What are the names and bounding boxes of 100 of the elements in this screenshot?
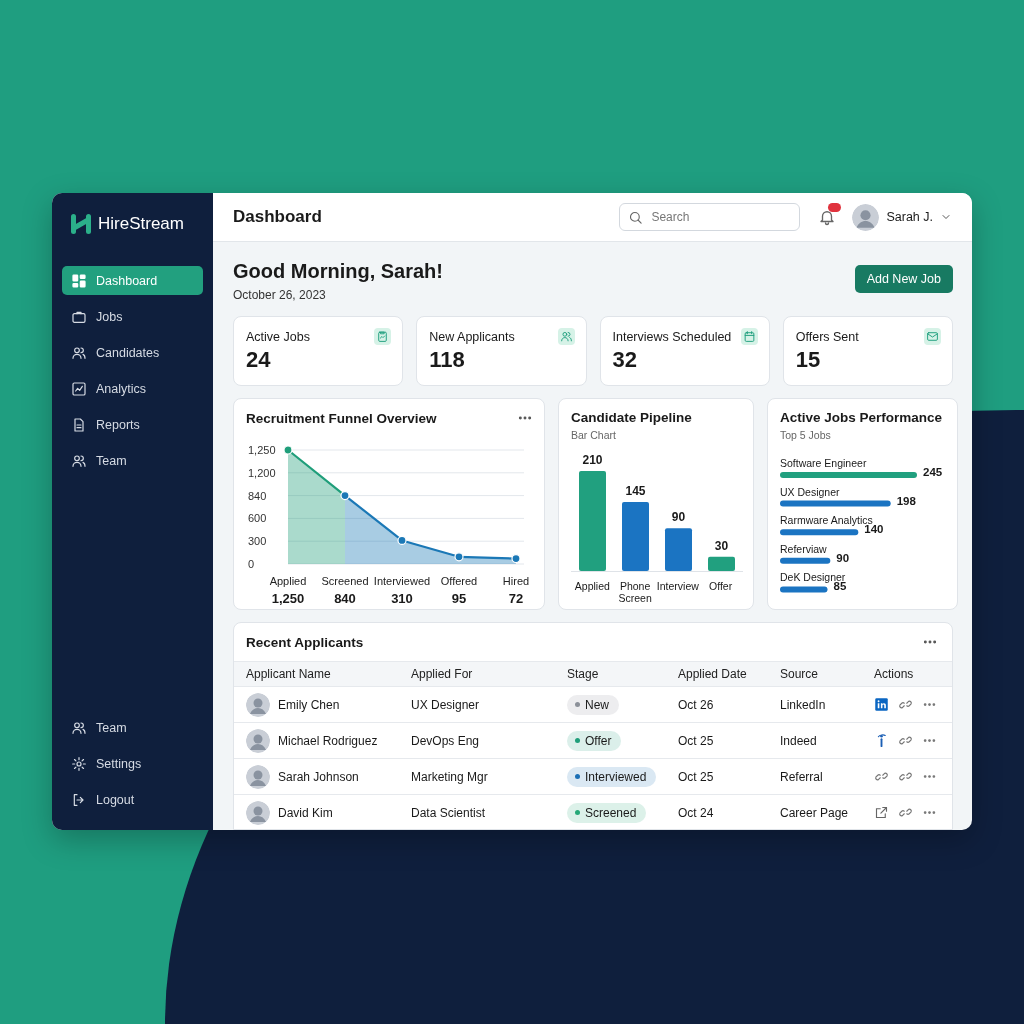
stage-label: Applied [269, 575, 307, 587]
nav-item[interactable]: Candidates [62, 338, 203, 367]
external-link-icon[interactable] [874, 805, 889, 820]
stage-count: 1,250 [271, 591, 305, 606]
bar-value: 90 [671, 510, 686, 525]
stage-count: 95 [451, 591, 467, 606]
stat-label: Active Jobs [246, 329, 310, 344]
users-icon [71, 452, 87, 469]
nav-item[interactable]: Logout [62, 785, 203, 814]
card-subtitle: Bar Chart [571, 429, 617, 441]
axis-label: 600 [248, 512, 267, 525]
avatar [246, 764, 270, 789]
chart-icon [71, 380, 87, 397]
stage-badge: Interviewed [567, 766, 657, 787]
job-label: UX Designer [780, 485, 840, 498]
table-cell-text: DevOps Eng [411, 733, 481, 748]
avatar [852, 203, 880, 231]
axis-label: 1,250 [248, 444, 276, 456]
stat-value: 15 [795, 347, 822, 373]
stat-label: Offers Sent [795, 329, 859, 344]
date-text: October 26, 2023 [233, 288, 327, 302]
stage-label: Hired [502, 575, 530, 587]
clipboard-icon [374, 328, 392, 345]
bar-label: Applied [573, 580, 611, 594]
nav-item[interactable]: Jobs [62, 302, 203, 331]
stage-badge: Screened [567, 802, 647, 823]
bar-value: 145 [625, 483, 646, 498]
search-field[interactable]: Search [619, 203, 801, 231]
stage-count: 840 [334, 591, 356, 606]
greeting: Good Morning, Sarah! [233, 260, 443, 283]
table-cell-text: Data Scientist [411, 805, 487, 820]
calendar-icon [740, 328, 758, 345]
mail-icon [924, 328, 941, 345]
table-cell-text: Marketing Mgr [411, 769, 489, 784]
axis-label: 0 [248, 558, 255, 570]
column-header: Stage [567, 667, 600, 681]
nav-item[interactable]: Settings [62, 749, 203, 778]
column-header: Source [780, 667, 820, 681]
brand-name: HireStream [98, 214, 184, 234]
add-job-button[interactable]: Add New Job [854, 265, 953, 293]
page-title: Dashboard [233, 207, 323, 227]
bar-value: 85 [833, 580, 847, 593]
card-title: Candidate Pipeline [571, 410, 693, 425]
search-input[interactable]: Search [649, 209, 784, 225]
table-cell-text: Indeed [780, 733, 818, 748]
bell-icon[interactable] [818, 208, 837, 226]
column-header: Applied Date [678, 667, 748, 681]
stage-label: Interviewed [373, 575, 431, 587]
bar-value: 30 [714, 538, 729, 553]
avatar [246, 692, 270, 717]
table-cell-text: Oct 24 [678, 805, 715, 820]
stat-label: Interviews Scheduled [612, 329, 732, 344]
avatar [246, 728, 270, 753]
users-icon [71, 344, 87, 361]
document-icon [71, 416, 87, 433]
bar-label: Phone Screen [617, 580, 653, 604]
avatar [246, 800, 270, 825]
column-header: Applied For [411, 667, 474, 681]
stat-label: New Applicants [429, 329, 515, 344]
job-label: Referviaw [780, 542, 827, 555]
stage-badge: New [567, 694, 619, 715]
stat-value: 32 [612, 347, 638, 373]
users-icon [71, 719, 87, 736]
settings-icon [71, 755, 87, 772]
card-subtitle: Top 5 Jobs [780, 429, 832, 441]
nav-item[interactable]: Analytics [62, 374, 203, 403]
bar-value: 245 [923, 466, 943, 478]
stage-count: 72 [508, 591, 524, 606]
stat-value: 118 [429, 347, 466, 373]
table-cell-text: Career Page [780, 805, 850, 820]
user-menu[interactable]: Sarah J. [852, 203, 952, 231]
grid-icon [71, 272, 87, 289]
search-icon [628, 209, 644, 225]
bar-value: 198 [896, 494, 916, 507]
users-icon [557, 328, 575, 345]
axis-label: 1,200 [248, 466, 276, 479]
card-title: Active Jobs Performance [780, 410, 944, 425]
stage-count: 310 [391, 591, 413, 606]
table-cell-text: Oct 25 [678, 733, 715, 748]
stage-badge: Offer [567, 730, 622, 751]
table-cell-text: Oct 26 [678, 697, 715, 712]
applicant-name: Michael Rodriguez [278, 733, 378, 748]
table-cell-text: Referral [780, 769, 824, 784]
applicant-name: Emily Chen [278, 697, 340, 712]
bar-label: Interview [656, 580, 700, 594]
axis-label: 840 [248, 489, 267, 502]
bar-label: Offer [708, 580, 734, 594]
nav-item[interactable]: Reports [62, 410, 203, 439]
axis-label: 300 [248, 535, 267, 548]
table-cell-text: UX Designer [411, 697, 481, 712]
column-header: Actions [874, 667, 915, 681]
card-title: Recent Applicants [246, 634, 364, 650]
stat-value: 24 [246, 347, 272, 373]
stage-label: Screened [321, 575, 369, 587]
nav-item[interactable]: Team [62, 446, 203, 475]
nav-item[interactable]: Team [62, 713, 203, 742]
profile-badge-icon[interactable] [874, 697, 889, 712]
job-label: Software Engineer [780, 457, 867, 469]
column-header: Applicant Name [246, 667, 332, 681]
applicant-name: Sarah Johnson [278, 769, 359, 784]
